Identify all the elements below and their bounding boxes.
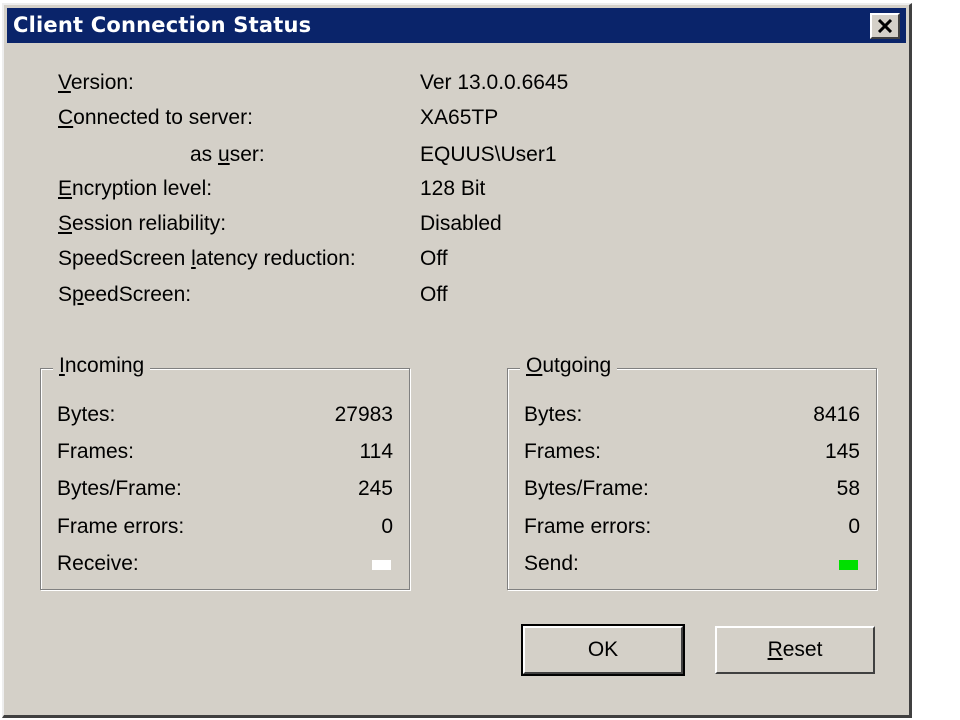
as-user-value: EQUUS\User1 <box>420 143 557 166</box>
stat-value: 0 <box>381 515 393 538</box>
close-x-icon <box>877 19 893 33</box>
stat-label: Frame errors: <box>524 515 652 538</box>
receive-label: Receive: <box>57 552 139 575</box>
incoming-frames-row: Frames: 114 <box>57 440 393 466</box>
outgoing-group-title: Outgoing <box>520 354 618 378</box>
stat-label: Frames: <box>57 440 135 463</box>
incoming-bytes-row: Bytes: 27983 <box>57 403 393 429</box>
window-title: Client Connection Status <box>13 13 312 37</box>
connected-server-value: XA65TP <box>420 106 499 129</box>
stat-label: Bytes/Frame: <box>524 477 649 500</box>
as-user-label: as user: <box>190 143 265 166</box>
incoming-group-title: Incoming <box>53 354 151 378</box>
send-row: Send: <box>524 552 860 578</box>
stat-value: 145 <box>824 440 860 463</box>
receive-indicator-icon <box>372 560 391 570</box>
session-reliability-label: Session reliability: <box>58 212 227 235</box>
ok-button[interactable]: OK <box>521 624 685 676</box>
stat-value: 58 <box>836 477 860 500</box>
outgoing-bytes-row: Bytes: 8416 <box>524 403 860 429</box>
stat-value: 27983 <box>334 403 393 426</box>
title-bar[interactable]: Client Connection Status <box>7 8 906 43</box>
send-label: Send: <box>524 552 579 575</box>
outgoing-bytes-per-frame-row: Bytes/Frame: 58 <box>524 477 860 503</box>
outgoing-frame-errors-row: Frame errors: 0 <box>524 515 860 541</box>
version-value: Ver 13.0.0.6645 <box>420 71 569 94</box>
stat-label: Frames: <box>524 440 602 463</box>
reset-button[interactable]: Reset <box>715 626 875 674</box>
send-indicator-icon <box>839 560 858 570</box>
close-button[interactable] <box>870 13 900 39</box>
stat-label: Bytes/Frame: <box>57 477 182 500</box>
outgoing-group: Outgoing Bytes: 8416 Frames: 145 Bytes/F… <box>507 354 877 590</box>
encryption-level-value: 128 Bit <box>420 177 486 200</box>
receive-row: Receive: <box>57 552 393 578</box>
speedscreen-label: SpeedScreen: <box>58 283 192 306</box>
session-reliability-value: Disabled <box>420 212 502 235</box>
stat-value: 114 <box>359 440 393 463</box>
outgoing-frames-row: Frames: 145 <box>524 440 860 466</box>
stat-value: 0 <box>848 515 860 538</box>
incoming-bytes-per-frame-row: Bytes/Frame: 245 <box>57 477 393 503</box>
stat-value: 245 <box>357 477 393 500</box>
incoming-frame-errors-row: Frame errors: 0 <box>57 515 393 541</box>
speedscreen-value: Off <box>420 283 448 306</box>
stat-label: Bytes: <box>524 403 583 426</box>
stat-label: Frame errors: <box>57 515 185 538</box>
encryption-level-label: Encryption level: <box>58 177 213 200</box>
connected-server-label: Connected to server: <box>58 106 253 129</box>
speedscreen-latency-label: SpeedScreen latency reduction: <box>58 247 356 270</box>
incoming-group: Incoming Bytes: 27983 Frames: 114 Bytes/… <box>40 354 410 590</box>
client-connection-status-dialog: Client Connection Status Version: Ver 13… <box>2 3 912 718</box>
stat-value: 8416 <box>813 403 860 426</box>
version-label: Version: <box>58 71 134 94</box>
speedscreen-latency-value: Off <box>420 247 448 270</box>
stat-label: Bytes: <box>57 403 116 426</box>
